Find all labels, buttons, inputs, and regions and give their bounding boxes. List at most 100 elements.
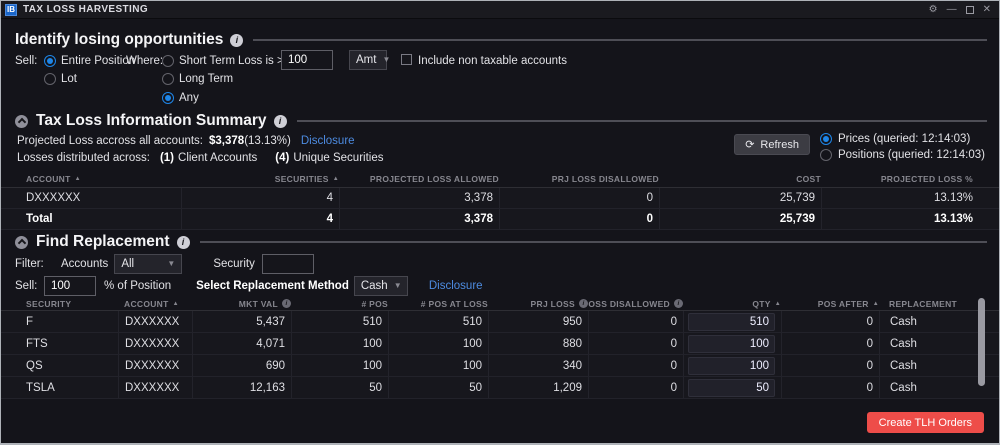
include-non-taxable-label[interactable]: Include non taxable accounts (418, 54, 567, 68)
column-header-pos[interactable]: # POS (291, 297, 388, 310)
qty-input[interactable]: 100 (688, 357, 775, 375)
table-cell-prj-loss: 340 (488, 355, 588, 376)
loss-threshold-input[interactable] (281, 50, 333, 70)
column-label: SECURITY (26, 299, 71, 309)
column-header-account[interactable]: ACCOUNT▲ (1, 171, 181, 187)
refresh-label: Refresh (760, 139, 799, 151)
distributed-label: Losses distributed across: (17, 152, 150, 164)
table-cell-prj-loss-disallowed: 0 (499, 188, 659, 208)
radio-short-term-label[interactable]: Short Term (179, 54, 235, 68)
security-filter-input[interactable] (262, 254, 314, 274)
replacement-table-body: FDXXXXXX5,43751051095005100CashFTSDXXXXX… (1, 311, 999, 399)
section-divider (253, 39, 987, 41)
radio-lot[interactable] (44, 73, 56, 85)
column-header-qty[interactable]: QTY▲ (683, 297, 781, 310)
column-header-mkt-val[interactable]: MKT VALi (192, 297, 291, 310)
table-cell-prj-loss: 950 (488, 311, 588, 332)
radio-entire-position-label[interactable]: Entire Position (61, 54, 135, 68)
qty-input[interactable]: 510 (688, 313, 775, 331)
column-header-prj-loss-disallowed[interactable]: PRJ LOSS DISALLOWED (499, 171, 659, 187)
sell-pct-label: Sell: (15, 280, 44, 292)
column-label: PRJ LOSS (531, 299, 575, 309)
column-header-account[interactable]: ACCOUNT▲ (118, 297, 192, 310)
refresh-button[interactable]: ⟳ Refresh (734, 134, 810, 155)
column-label: PRJ LOSS DISALLOWED (588, 299, 670, 309)
table-cell-qty: 100 (683, 333, 781, 354)
close-icon[interactable]: ✕ (983, 5, 991, 15)
prices-radio-row[interactable]: Prices (queried: 12:14:03) (820, 133, 985, 145)
table-cell-security: F (1, 311, 118, 332)
table-cell-qty: 100 (683, 355, 781, 376)
column-header-pos-at-loss[interactable]: # POS AT LOSS (388, 297, 488, 310)
column-header-prj-loss-disallowed[interactable]: PRJ LOSS DISALLOWED i (588, 297, 683, 310)
radio-long-term[interactable] (162, 73, 174, 85)
where-label: Where: (126, 54, 163, 68)
table-cell-account: DXXXXXX (118, 377, 192, 398)
info-icon[interactable]: i (177, 236, 190, 249)
include-non-taxable-checkbox[interactable] (401, 54, 412, 65)
summary-table-header: ACCOUNT▲SECURITIES▲PROJECTED LOSS ALLOWE… (1, 171, 999, 188)
radio-any[interactable] (162, 92, 174, 104)
table-cell-mkt-val: 12,163 (192, 377, 291, 398)
column-label: # POS (361, 299, 388, 309)
table-cell-prj-loss-disallowed: 0 (588, 333, 683, 354)
radio-short-term[interactable] (162, 55, 174, 67)
qty-input[interactable]: 100 (688, 335, 775, 353)
maximize-icon[interactable] (966, 6, 974, 14)
radio-any-label[interactable]: Any (179, 91, 199, 105)
column-header-projected-loss-allowed[interactable]: PROJECTED LOSS ALLOWED (339, 171, 499, 187)
radio-lot-label[interactable]: Lot (61, 72, 77, 86)
table-cell-qty: 50 (683, 377, 781, 398)
column-header-cost[interactable]: COST (659, 171, 821, 187)
settings-gear-icon[interactable]: ⚙ (929, 5, 938, 15)
chevron-down-icon: ▼ (394, 281, 402, 290)
column-header-securities[interactable]: SECURITIES▲ (181, 171, 339, 187)
vertical-scrollbar[interactable] (978, 298, 985, 386)
info-icon: i (579, 299, 588, 308)
sell-row: Sell: % of Position Select Replacement M… (15, 276, 999, 295)
pct-of-position-label: % of Position (104, 280, 171, 292)
column-header-pos-after[interactable]: POS AFTER▲ (781, 297, 879, 310)
disclosure-link[interactable]: Disclosure (301, 135, 355, 147)
disclosure-link[interactable]: Disclosure (429, 280, 483, 292)
replacement-section-header: Find Replacement i (15, 233, 987, 251)
radio-long-term-label[interactable]: Long Term (179, 72, 233, 86)
radio-positions[interactable] (820, 149, 832, 161)
accounts-label: Accounts (61, 258, 108, 270)
table-cell-prj-loss-disallowed: 0 (588, 377, 683, 398)
create-tlh-orders-button[interactable]: Create TLH Orders (867, 412, 984, 433)
qty-input[interactable]: 50 (688, 379, 775, 397)
info-icon[interactable]: i (274, 115, 287, 128)
accounts-dropdown[interactable]: All ▼ (114, 254, 182, 274)
radio-entire-position[interactable] (44, 55, 56, 67)
loss-unit-value: Amt (356, 53, 376, 67)
table-cell-security: FTS (1, 333, 118, 354)
column-header-prj-loss[interactable]: PRJ LOSS i (488, 297, 588, 310)
replacement-table: SECURITY ACCOUNT▲MKT VALi # POS# POS AT LO… (1, 297, 999, 399)
identify-heading: Identify losing opportunities (15, 31, 223, 49)
collapse-chevron-icon[interactable] (15, 236, 28, 249)
refresh-icon: ⟳ (745, 138, 754, 151)
table-cell-securities: 4 (181, 209, 339, 229)
table-cell-prj-loss: 880 (488, 333, 588, 354)
column-header-security[interactable]: SECURITY (1, 297, 118, 310)
summary-content: Projected Loss accross all accounts: $3,… (1, 133, 999, 167)
radio-prices[interactable] (820, 133, 832, 145)
column-header-projected-loss[interactable]: PROJECTED LOSS % (821, 171, 999, 187)
accounts-value: All (121, 258, 134, 270)
filter-label: Filter: (15, 258, 61, 270)
collapse-chevron-icon[interactable] (15, 115, 28, 128)
replacement-method-dropdown[interactable]: Cash ▼ (354, 276, 408, 296)
table-row: DXXXXXX43,378025,73913.13% (1, 188, 999, 209)
unique-securities-count: (4) (275, 152, 289, 164)
minimize-icon[interactable]: — (947, 5, 957, 15)
summary-table-body: DXXXXXX43,378025,73913.13%Total43,378025… (1, 188, 999, 230)
table-cell-pos-after: 0 (781, 377, 879, 398)
loss-unit-dropdown[interactable]: Amt ▼ (349, 50, 387, 70)
positions-radio-row[interactable]: Positions (queried: 12:14:03) (820, 149, 985, 161)
info-icon: i (674, 299, 683, 308)
info-icon[interactable]: i (230, 34, 243, 47)
table-row: FTSDXXXXXX4,07110010088001000Cash (1, 333, 999, 355)
sell-percent-input[interactable] (44, 276, 96, 296)
table-cell-projected-loss-allowed: 3,378 (339, 188, 499, 208)
